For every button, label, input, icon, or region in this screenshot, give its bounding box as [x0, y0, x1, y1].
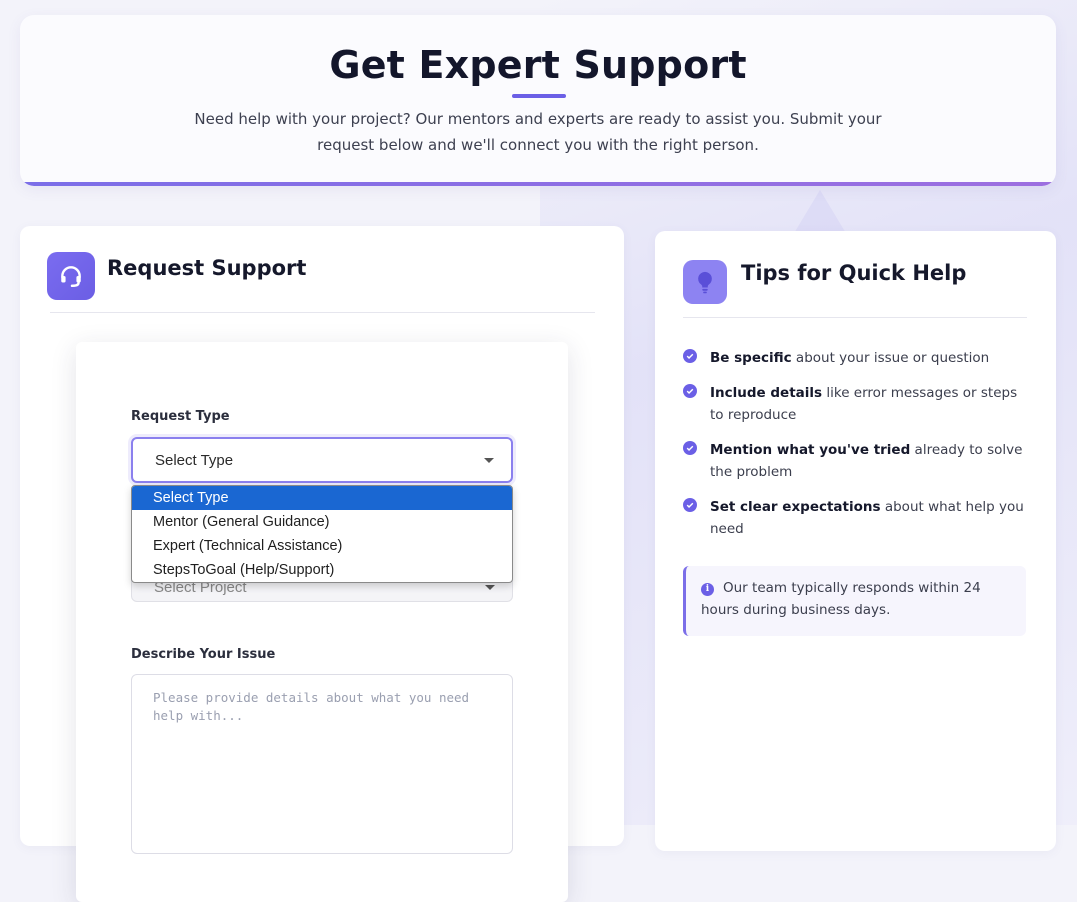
list-item: Mention what you've tried already to sol…: [683, 439, 1033, 483]
option-select-type[interactable]: Select Type: [132, 486, 512, 510]
chevron-down-icon: [485, 585, 495, 590]
option-expert[interactable]: Expert (Technical Assistance): [132, 534, 512, 558]
lightbulb-icon: [683, 260, 727, 304]
tip-bold: Include details: [710, 385, 823, 401]
check-circle-icon: [683, 441, 697, 455]
request-type-select[interactable]: Select Type: [131, 437, 513, 483]
divider: [683, 317, 1027, 318]
header-card: Get Expert Support Need help with your p…: [20, 15, 1056, 186]
request-support-title: Request Support: [107, 256, 307, 280]
request-type-label: Request Type: [131, 409, 230, 424]
title-underline: [512, 94, 566, 98]
tips-list: Be specific about your issue or question…: [683, 347, 1033, 553]
info-icon: i: [701, 582, 714, 596]
tips-card: Tips for Quick Help Be specific about yo…: [655, 231, 1056, 851]
divider: [50, 312, 595, 313]
list-item: Include details like error messages or s…: [683, 382, 1033, 426]
note-text: Our team typically responds within 24 ho…: [701, 580, 981, 618]
tip-bold: Be specific: [710, 350, 792, 366]
option-stepstogoal[interactable]: StepsToGoal (Help/Support): [132, 558, 512, 582]
issue-placeholder: Please provide details about what you ne…: [153, 690, 470, 723]
page-title: Get Expert Support: [329, 43, 747, 87]
headset-icon: [47, 252, 95, 300]
check-circle-icon: [683, 498, 697, 512]
option-mentor[interactable]: Mentor (General Guidance): [132, 510, 512, 534]
check-circle-icon: [683, 384, 697, 398]
check-circle-icon: [683, 349, 697, 363]
tips-title: Tips for Quick Help: [741, 261, 967, 285]
list-item: Set clear expectations about what help y…: [683, 496, 1033, 540]
response-time-note: i Our team typically responds within 24 h…: [683, 566, 1026, 636]
chevron-down-icon: [484, 458, 494, 463]
tip-bold: Mention what you've tried: [710, 442, 911, 458]
tip-text: about your issue or question: [791, 350, 990, 366]
issue-textarea[interactable]: Please provide details about what you ne…: [131, 674, 513, 854]
page-subtitle: Need help with your project? Our mentors…: [194, 110, 882, 154]
issue-label: Describe Your Issue: [131, 647, 276, 662]
request-type-dropdown: Select Type Mentor (General Guidance) Ex…: [131, 485, 513, 583]
request-support-card: Request Support Request Type Select Type…: [20, 226, 624, 902]
list-item: Be specific about your issue or question: [683, 347, 1033, 369]
tip-bold: Set clear expectations: [710, 499, 881, 515]
request-type-value: Select Type: [155, 451, 234, 469]
support-form: Request Type Select Type Select Project …: [76, 342, 568, 902]
